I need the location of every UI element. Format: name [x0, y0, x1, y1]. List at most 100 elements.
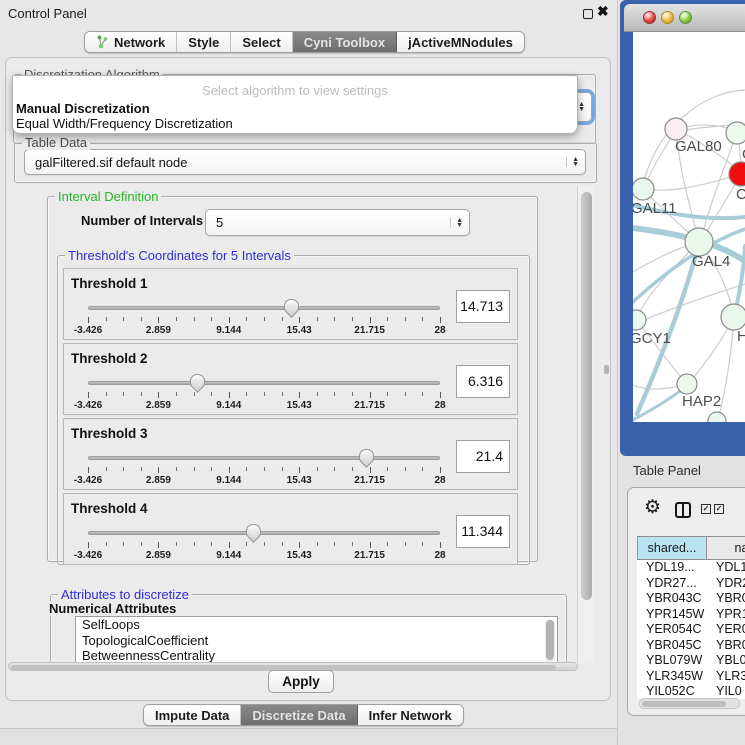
table-row[interactable]: YIL052CYIL0 — [637, 684, 745, 699]
table-data-group-title: Table Data — [22, 135, 90, 150]
slider-tick-label: 21.715 — [354, 550, 385, 561]
slider-tick — [282, 542, 283, 546]
close-window-icon[interactable] — [643, 11, 656, 24]
slider-tick — [176, 392, 177, 396]
slider-thumb[interactable] — [190, 374, 205, 386]
slider-track[interactable] — [88, 531, 440, 535]
slider-tick — [123, 317, 124, 321]
tab-select[interactable]: Select — [231, 32, 292, 52]
threshold-value-field[interactable]: 6.316 — [456, 365, 510, 398]
slider-tick — [123, 467, 124, 471]
screen: Control Panel ✖ NetworkStyleSelectCyni T… — [0, 0, 745, 745]
tab-impute-data[interactable]: Impute Data — [144, 705, 241, 725]
tab-discretize-data[interactable]: Discretize Data — [241, 705, 357, 725]
table-row[interactable]: YER054CYER0 — [637, 622, 745, 638]
tab-network[interactable]: Network — [85, 32, 177, 52]
network-edge[interactable] — [643, 175, 739, 190]
network-node-gal4[interactable] — [685, 228, 713, 256]
threshold-slider[interactable]: -3.4262.8599.14415.4321.71528 — [86, 299, 442, 337]
network-node-gcy1[interactable] — [633, 310, 646, 330]
column-layout-icon[interactable] — [675, 502, 691, 518]
network-node-label: GAL80 — [675, 138, 722, 155]
interval-definition-group-title: Interval Definition — [55, 189, 161, 204]
network-node[interactable] — [708, 412, 726, 422]
pane-resize-handle[interactable] — [604, 365, 609, 374]
table-row[interactable]: YPR145WYPR1 — [637, 607, 745, 623]
threshold-value-field[interactable]: 21.4 — [456, 440, 510, 473]
slider-tick — [158, 317, 159, 323]
attribute-list-item[interactable]: SelfLoops — [76, 617, 557, 633]
table-cell: YBR045C — [637, 638, 707, 654]
tab-jactivemnodules[interactable]: jActiveMNodules — [397, 32, 524, 52]
network-node-c[interactable] — [729, 162, 745, 186]
network-node-gal11[interactable] — [633, 178, 654, 200]
tab-label: Infer Network — [369, 708, 452, 723]
checkbox-icon[interactable]: ✓ — [701, 504, 711, 514]
threshold-row-4: Threshold 4-3.4262.8599.14415.4321.71528… — [63, 493, 518, 565]
network-node-label: GAL11 — [633, 200, 677, 217]
network-node-gal80[interactable] — [665, 118, 687, 140]
checkbox-icon[interactable]: ✓ — [714, 504, 724, 514]
slider-thumb[interactable] — [246, 524, 261, 536]
table-column-header[interactable]: na — [707, 536, 745, 560]
slider-tick — [440, 542, 441, 548]
slider-tick — [246, 467, 247, 471]
network-node-hap2[interactable] — [677, 374, 697, 394]
slider-tick — [88, 467, 89, 473]
tab-infer-network[interactable]: Infer Network — [358, 705, 463, 725]
threshold-slider[interactable]: -3.4262.8599.14415.4321.71528 — [86, 374, 442, 412]
threshold-value-field[interactable]: 11.344 — [456, 515, 510, 548]
slider-track[interactable] — [88, 456, 440, 460]
attribute-list-item[interactable]: BetweennessCentrality — [76, 648, 557, 663]
table-row[interactable]: YBR043CYBR0 — [637, 591, 745, 607]
table-cell: YPR1 — [707, 607, 745, 623]
zoom-window-icon[interactable] — [679, 11, 692, 24]
apply-button[interactable]: Apply — [268, 670, 334, 693]
popup-option-manual-discretization[interactable]: Manual Discretization — [16, 101, 150, 116]
attributes-group-title: Attributes to discretize — [58, 587, 192, 602]
slider-tick — [282, 467, 283, 471]
list-scrollbar[interactable] — [545, 619, 555, 663]
threshold-label: Threshold 2 — [71, 351, 148, 366]
minimize-window-icon[interactable] — [661, 11, 674, 24]
table-column-header[interactable]: shared... — [637, 536, 707, 560]
network-node-label: GCY1 — [633, 330, 671, 347]
slider-tick — [264, 467, 265, 471]
gear-icon[interactable]: ⚙ — [644, 498, 661, 517]
tab-label: Discretize Data — [252, 708, 345, 723]
table-row[interactable]: YBR045CYBR0 — [637, 638, 745, 654]
threshold-value-field[interactable]: 14.713 — [456, 290, 510, 323]
slider-tick — [334, 392, 335, 396]
table-row[interactable]: YLR345WYLR3 — [637, 669, 745, 685]
slider-thumb[interactable] — [359, 449, 374, 461]
tab-style[interactable]: Style — [177, 32, 231, 52]
slider-track[interactable] — [88, 306, 440, 310]
slider-tick — [176, 467, 177, 471]
network-canvas[interactable]: GAL80GACGAL11GAL4GCY1HHAP2 — [633, 32, 745, 422]
table-data-combobox[interactable]: galFiltered.sif default node ▲▼ — [24, 149, 586, 175]
scrollbar-thumb[interactable] — [581, 192, 592, 600]
number-of-intervals-combobox[interactable]: 5 ▲▼ — [205, 209, 470, 236]
slider-track[interactable] — [88, 381, 440, 385]
popup-option-equal-width-frequency[interactable]: Equal Width/Frequency Discretization — [16, 116, 233, 131]
network-node-ga[interactable] — [726, 122, 745, 144]
attribute-list-item[interactable]: TopologicalCoefficient — [76, 633, 557, 649]
tab-cyni-toolbox[interactable]: Cyni Toolbox — [293, 32, 397, 52]
float-window-button[interactable] — [583, 9, 593, 19]
table-row[interactable]: YDR27...YDR2 — [637, 576, 745, 592]
network-node-h[interactable] — [721, 304, 745, 330]
slider-tick — [246, 317, 247, 321]
slider-tick — [264, 542, 265, 546]
table-row[interactable]: YDL19...YDL1 — [637, 560, 745, 576]
slider-tick — [229, 542, 230, 548]
threshold-slider[interactable]: -3.4262.8599.14415.4321.71528 — [86, 524, 442, 562]
table-row[interactable]: YBL079WYBL0 — [637, 653, 745, 669]
close-panel-button[interactable]: ✖ — [597, 3, 609, 20]
slider-thumb[interactable] — [284, 299, 299, 311]
threshold-label: Threshold 1 — [71, 276, 148, 291]
settings-vertical-scrollbar[interactable] — [577, 186, 594, 663]
threshold-slider[interactable]: -3.4262.8599.14415.4321.71528 — [86, 449, 442, 487]
table-horizontal-scrollbar[interactable] — [639, 698, 740, 709]
numerical-attributes-list[interactable]: SelfLoopsTopologicalCoefficientBetweenne… — [75, 616, 558, 663]
slider-tick-label: 15.43 — [287, 400, 312, 411]
